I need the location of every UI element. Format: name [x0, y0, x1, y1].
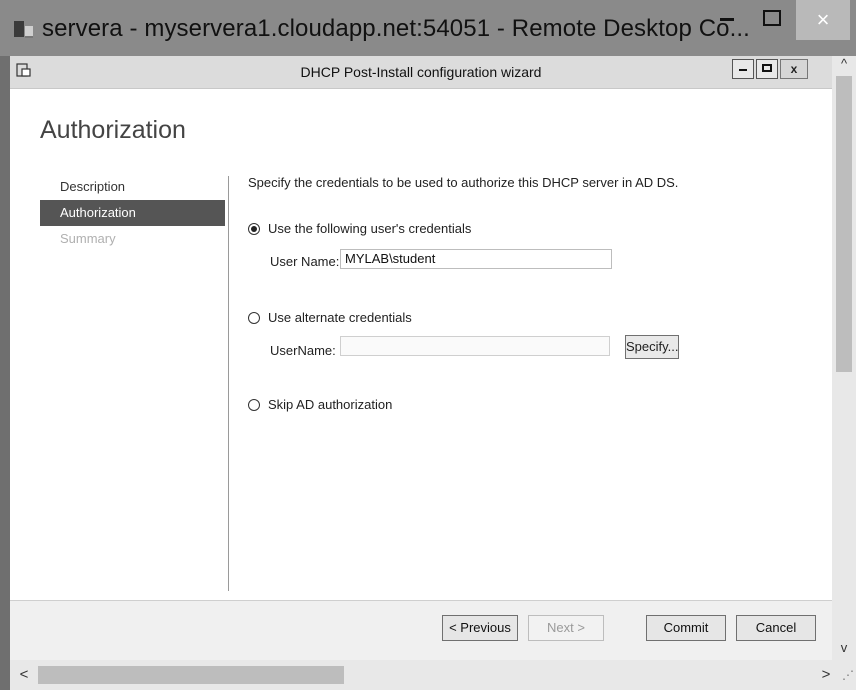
option-label: Skip AD authorization: [268, 397, 393, 412]
alternate-username-field[interactable]: [340, 336, 610, 356]
option-use-user-credentials[interactable]: Use the following user's credentials: [248, 221, 471, 236]
wizard-nav: Description Authorization Summary: [40, 174, 225, 252]
nav-item-summary: Summary: [60, 231, 116, 246]
commit-button[interactable]: Commit: [646, 615, 726, 641]
horizontal-scroll-thumb[interactable]: [38, 666, 344, 684]
scroll-left-icon[interactable]: <: [14, 666, 34, 686]
nav-item-description[interactable]: Description: [40, 174, 225, 200]
close-icon: ×: [816, 7, 830, 32]
option-alternate-credentials[interactable]: Use alternate credentials: [248, 310, 412, 325]
restore-icon: [762, 60, 772, 78]
wizard-restore-button[interactable]: [756, 59, 778, 79]
minimize-button[interactable]: [705, 0, 749, 40]
left-edge: [0, 56, 10, 690]
next-button[interactable]: Next >: [528, 615, 604, 641]
minimize-icon: [738, 60, 748, 78]
radio-skip-ad-authorization[interactable]: [248, 398, 260, 411]
intro-text: Specify the credentials to be used to au…: [248, 175, 679, 190]
resize-grip-icon[interactable]: ⋰: [842, 668, 854, 682]
radio-alternate-credentials[interactable]: [248, 311, 260, 324]
wizard-window-title: DHCP Post-Install configuration wizard: [300, 64, 542, 80]
user-name-label: User Name:: [270, 254, 340, 269]
close-button[interactable]: ×: [796, 0, 850, 40]
maximize-button[interactable]: [750, 0, 794, 40]
rdp-titlebar: servera - myservera1.cloudapp.net:54051 …: [0, 0, 856, 56]
option-label: Use the following user's credentials: [268, 221, 472, 236]
horizontal-scrollbar[interactable]: < > ⋰: [10, 660, 856, 690]
maximize-icon: [762, 9, 782, 32]
wizard-minimize-button[interactable]: [732, 59, 754, 79]
alternate-username-label: UserName:: [270, 343, 336, 358]
radio-use-user-credentials[interactable]: [248, 222, 260, 235]
wizard-footer: < Previous Next > Commit Cancel: [10, 600, 832, 661]
nav-divider: [228, 176, 229, 591]
scroll-right-icon[interactable]: >: [816, 666, 836, 686]
wizard-close-button[interactable]: x: [780, 59, 808, 79]
previous-button[interactable]: < Previous: [442, 615, 518, 641]
option-skip-ad-authorization[interactable]: Skip AD authorization: [248, 397, 392, 412]
wizard-window: DHCP Post-Install configuration wizard x…: [10, 56, 832, 661]
scroll-up-icon[interactable]: ^: [832, 56, 856, 76]
close-icon: x: [790, 62, 798, 76]
rdp-window-title: servera - myservera1.cloudapp.net:54051 …: [42, 15, 750, 42]
user-name-field[interactable]: MYLAB\student: [340, 249, 612, 269]
vertical-scrollbar[interactable]: ^ v: [832, 56, 856, 660]
wizard-titlebar: DHCP Post-Install configuration wizard x: [10, 56, 832, 89]
option-label: Use alternate credentials: [268, 310, 412, 325]
minimize-icon: [718, 9, 736, 32]
cancel-button[interactable]: Cancel: [736, 615, 816, 641]
nav-item-authorization[interactable]: Authorization: [40, 200, 225, 226]
scroll-down-icon[interactable]: v: [832, 640, 856, 660]
vertical-scroll-thumb[interactable]: [836, 76, 852, 372]
page-title: Authorization: [40, 116, 186, 144]
specify-button[interactable]: Specify...: [625, 335, 679, 359]
remote-desktop-icon: [12, 18, 38, 40]
